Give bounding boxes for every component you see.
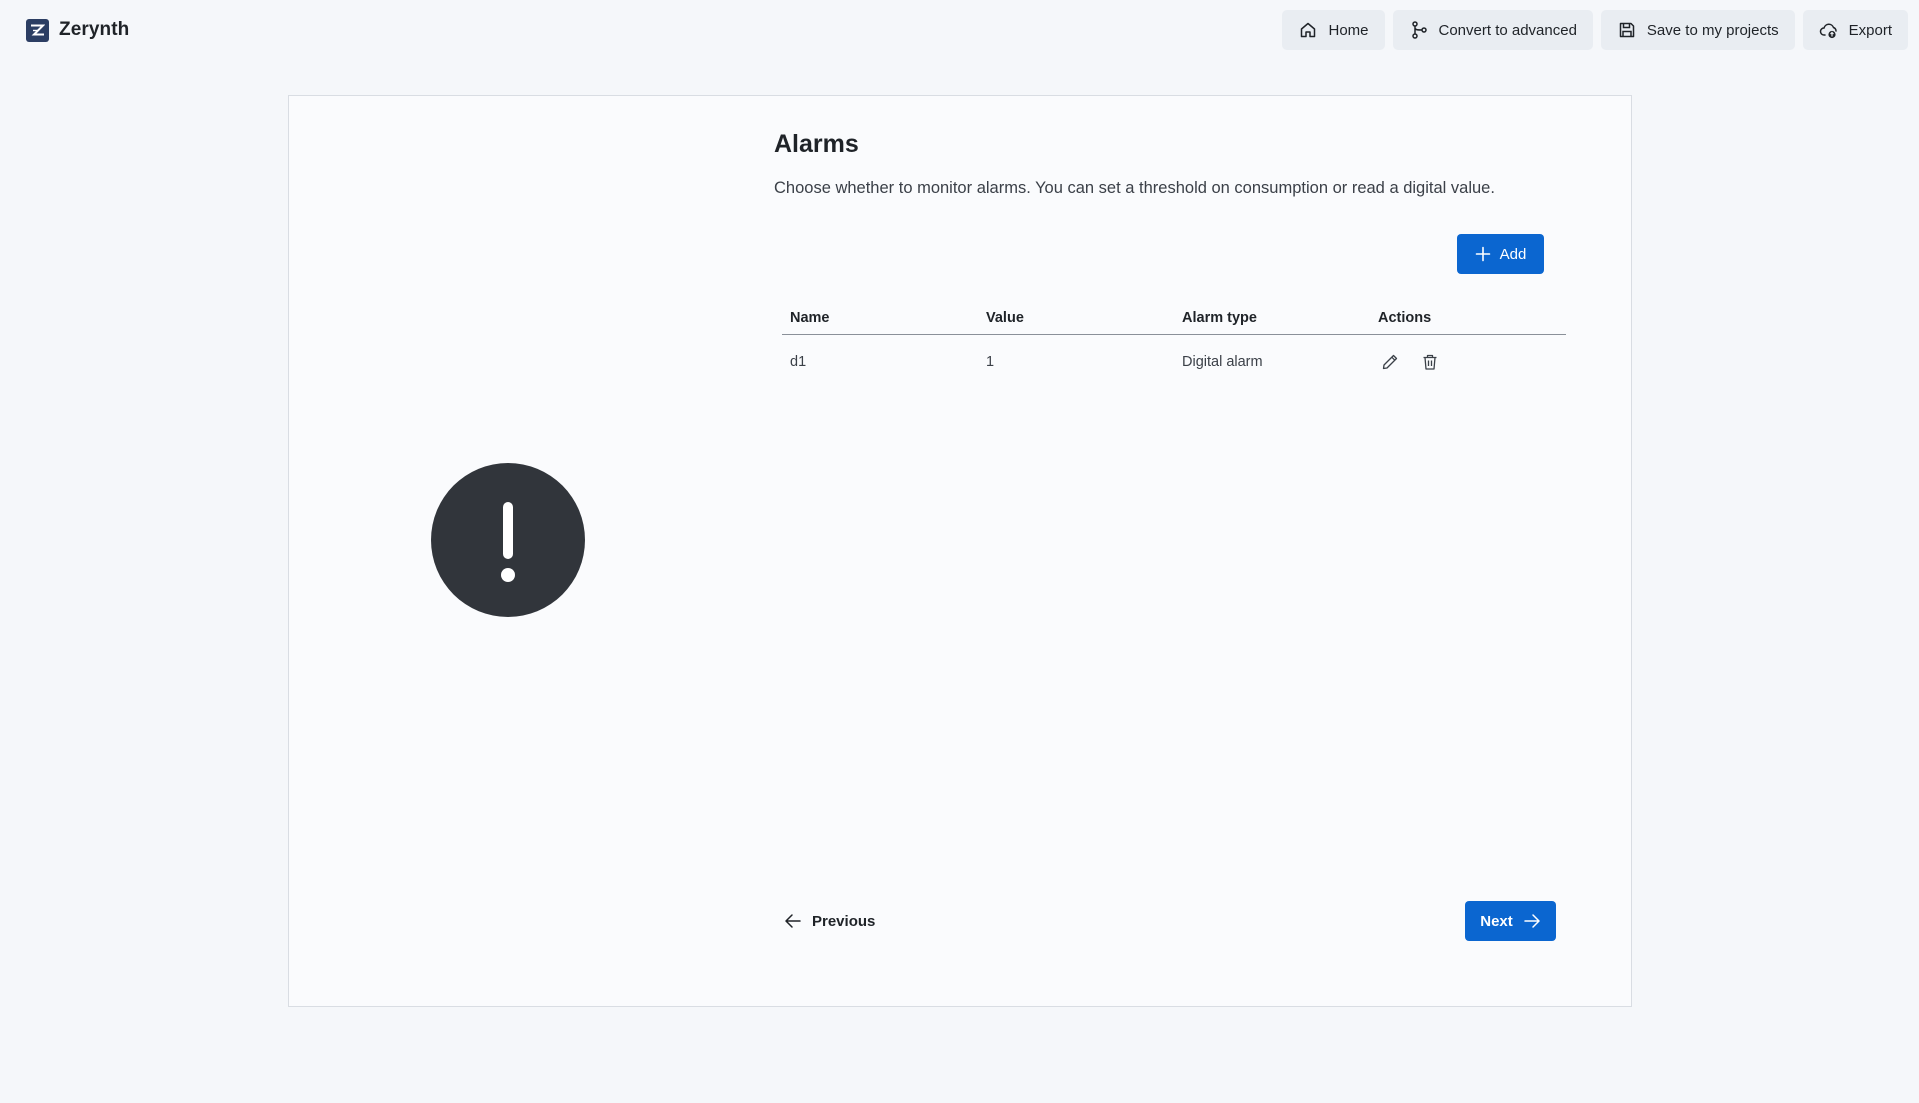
- cloud-export-icon: [1819, 23, 1837, 39]
- add-button[interactable]: Add: [1457, 234, 1544, 274]
- brand-name: Zerynth: [59, 19, 130, 40]
- export-button[interactable]: Export: [1802, 10, 1908, 50]
- pencil-icon: [1382, 354, 1398, 370]
- plus-icon: [1475, 246, 1490, 262]
- cell-value: 1: [986, 354, 995, 370]
- previous-button[interactable]: Previous: [784, 901, 875, 941]
- home-label: Home: [1328, 21, 1369, 39]
- home-icon: [1301, 22, 1316, 38]
- top-nav: Home Convert to advanced Save to my proj…: [1282, 10, 1908, 50]
- table-row: d1 1 Digital alarm: [782, 335, 1566, 389]
- arrow-right-icon: [1524, 914, 1540, 928]
- column-header-actions: Actions: [1378, 310, 1432, 326]
- brand[interactable]: Zerynth: [26, 16, 129, 44]
- next-button[interactable]: Next: [1465, 901, 1556, 941]
- arrow-left-icon: [785, 914, 801, 928]
- column-header-alarm-type: Alarm type: [1182, 310, 1257, 326]
- export-label: Export: [1848, 21, 1892, 39]
- cell-name: d1: [790, 354, 807, 370]
- home-button[interactable]: Home: [1282, 10, 1385, 50]
- add-label: Add: [1499, 245, 1527, 263]
- alarms-section: Alarms Choose whether to monitor alarms.…: [774, 96, 1574, 1006]
- delete-button[interactable]: [1418, 350, 1442, 374]
- edit-button[interactable]: [1378, 350, 1402, 374]
- page-description: Choose whether to monitor alarms. You ca…: [774, 179, 1495, 197]
- git-branch-icon: [1411, 21, 1427, 39]
- previous-label: Previous: [812, 912, 876, 930]
- trash-icon: [1423, 354, 1437, 370]
- save-to-my-projects-button[interactable]: Save to my projects: [1600, 10, 1795, 50]
- convert-to-advanced-button[interactable]: Convert to advanced: [1392, 10, 1593, 50]
- top-bar: Zerynth Home Convert to advanced Save to…: [0, 0, 1919, 60]
- alarms-table: Name Value Alarm type Actions d1 1 Digit…: [782, 309, 1566, 389]
- exclamation-icon: [431, 463, 585, 617]
- next-label: Next: [1480, 912, 1513, 930]
- exclamation-bar: [503, 502, 513, 559]
- save-to-my-projects-label: Save to my projects: [1646, 21, 1779, 39]
- column-header-name: Name: [790, 310, 830, 326]
- page-title: Alarms: [774, 130, 859, 158]
- cell-alarm-type: Digital alarm: [1182, 354, 1263, 370]
- column-header-value: Value: [986, 310, 1024, 326]
- table-header: Name Value Alarm type Actions: [782, 309, 1566, 335]
- zerynth-logo-icon: [26, 18, 49, 42]
- exclamation-dot: [501, 568, 515, 582]
- save-icon: [1619, 22, 1635, 38]
- convert-to-advanced-label: Convert to advanced: [1438, 21, 1577, 39]
- row-actions: [1370, 350, 1566, 374]
- wizard-card: Alarms Choose whether to monitor alarms.…: [288, 95, 1632, 1007]
